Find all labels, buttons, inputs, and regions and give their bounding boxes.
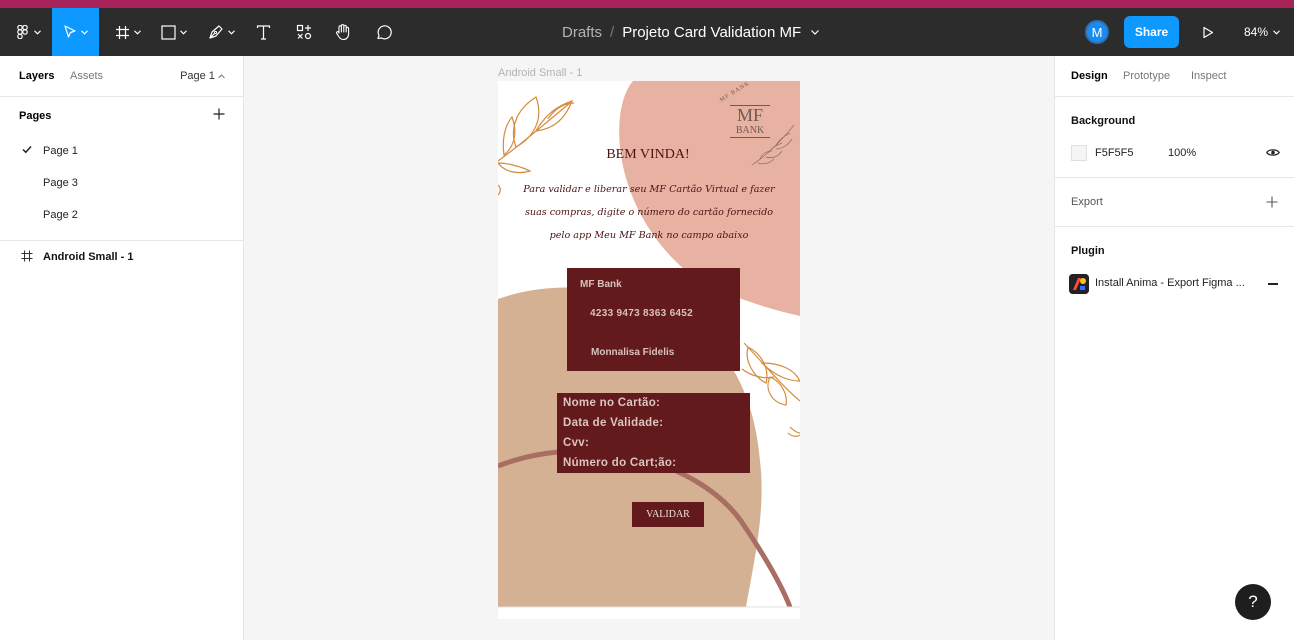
- card-bank-name: MF Bank: [580, 279, 622, 290]
- anima-logo-icon: [1069, 274, 1089, 294]
- form-field-card-number[interactable]: Número do Cart;ão:: [563, 457, 676, 469]
- design-frame[interactable]: MF BANK MF BANK BEM VINDA! Para validar …: [498, 81, 800, 619]
- chevron-down-icon: [227, 29, 235, 35]
- validate-button[interactable]: VALIDAR: [632, 502, 704, 527]
- pages-header: Pages: [0, 97, 243, 135]
- logo-mark: MF: [730, 105, 770, 124]
- background-color-swatch[interactable]: [1071, 145, 1087, 161]
- frame-tool-button[interactable]: [108, 8, 148, 56]
- chevron-down-icon: [33, 29, 41, 35]
- logo-subtext: BANK: [730, 125, 770, 138]
- tab-layers[interactable]: Layers: [19, 70, 54, 82]
- page-item-page-1[interactable]: Page 1: [0, 135, 243, 167]
- breadcrumb-separator: /: [610, 23, 615, 41]
- plugin-section: Plugin Install Anima - Export Figma ...: [1055, 227, 1294, 307]
- help-button[interactable]: ?: [1235, 584, 1271, 620]
- plugin-title: Plugin: [1071, 245, 1105, 257]
- background-title: Background: [1071, 115, 1136, 127]
- right-panel-tabs: Design Prototype Inspect: [1055, 56, 1294, 97]
- intro-line-1: Para validar e liberar seu MF Cartão Vir…: [523, 184, 775, 195]
- cursor-icon: [64, 25, 76, 38]
- main-menu-button[interactable]: [8, 8, 48, 56]
- frame-icon: [21, 250, 33, 262]
- background-hex-value[interactable]: F5F5F5: [1095, 147, 1134, 159]
- zoom-control[interactable]: 84%: [1244, 8, 1280, 56]
- pen-tool-button[interactable]: [200, 8, 242, 56]
- text-icon: [256, 24, 270, 40]
- rectangle-icon: [161, 24, 176, 40]
- card-number: 4233 9473 8363 6452: [590, 308, 694, 319]
- welcome-heading: BEM VINDA!: [606, 147, 690, 162]
- card-holder: Monnalisa Fidelis: [591, 347, 675, 358]
- hand-tool-button[interactable]: [328, 8, 358, 56]
- resources-button[interactable]: [288, 8, 320, 56]
- leaf-branch-top-left: [498, 96, 575, 174]
- canvas[interactable]: Android Small - 1 MF BANK MF BANK BEM VI…: [244, 56, 1054, 640]
- page-item-label: Page 1: [43, 145, 78, 157]
- tab-prototype[interactable]: Prototype: [1123, 70, 1170, 82]
- properties-panel: Design Prototype Inspect Background F5F5…: [1054, 56, 1294, 640]
- breadcrumb-drafts[interactable]: Drafts: [562, 24, 602, 41]
- chevron-down-icon: [180, 29, 187, 35]
- shape-tool-button[interactable]: [154, 8, 194, 56]
- chevron-down-icon: [1273, 29, 1280, 35]
- pages-title: Pages: [19, 110, 52, 122]
- layer-label: Android Small - 1: [43, 251, 134, 263]
- pen-icon: [208, 25, 223, 39]
- page-item-label: Page 3: [43, 177, 78, 189]
- intro-line-3: pelo app Meu MF Bank no campo abaixo: [549, 230, 749, 241]
- file-menu-chevron-icon[interactable]: [811, 29, 820, 35]
- export-section: Export: [1055, 178, 1294, 227]
- zoom-level: 84%: [1244, 25, 1269, 39]
- share-button[interactable]: Share: [1124, 16, 1179, 48]
- eye-icon[interactable]: [1266, 148, 1280, 157]
- export-title: Export: [1071, 196, 1103, 208]
- frame-label[interactable]: Android Small - 1: [498, 67, 582, 79]
- bank-card: MF Bank 4233 9473 8363 6452 Monnalisa Fi…: [567, 268, 740, 371]
- page-selector[interactable]: Page 1: [180, 70, 225, 82]
- frame-bottom-strip: [498, 607, 800, 619]
- comment-icon: [376, 24, 392, 39]
- chevron-up-icon: [218, 74, 225, 79]
- comment-tool-button[interactable]: [368, 8, 398, 56]
- chevron-down-icon: [81, 29, 88, 35]
- avatar[interactable]: M: [1085, 20, 1109, 44]
- layer-row-android-small-1[interactable]: Android Small - 1: [0, 241, 243, 273]
- play-icon: [1203, 26, 1214, 38]
- plugin-name[interactable]: Install Anima - Export Figma ...: [1095, 277, 1245, 289]
- form-field-cvv[interactable]: Cvv:: [563, 437, 589, 449]
- text-tool-button[interactable]: [248, 8, 278, 56]
- add-export-plus-icon[interactable]: [1266, 196, 1278, 208]
- move-tool-button[interactable]: [52, 8, 99, 56]
- components-icon: [296, 24, 312, 40]
- checkmark-icon: [22, 145, 32, 154]
- current-page-label: Page 1: [180, 70, 215, 82]
- frame-hash-icon: [116, 25, 129, 39]
- intro-line-2: suas compras, digite o número do cartão …: [524, 207, 774, 218]
- left-panel-tabs: Layers Assets Page 1: [0, 56, 243, 97]
- background-section: Background F5F5F5 100%: [1055, 97, 1294, 178]
- add-page-plus-icon[interactable]: [213, 108, 225, 120]
- breadcrumb: Drafts / Projeto Card Validation MF: [562, 8, 820, 56]
- toolbar: Drafts / Projeto Card Validation MF M Sh…: [0, 8, 1294, 56]
- anima-plugin-icon: [1069, 274, 1089, 294]
- tab-inspect[interactable]: Inspect: [1191, 70, 1226, 82]
- chevron-down-icon: [134, 29, 141, 35]
- figma-logo-icon: [16, 25, 28, 39]
- remove-plugin-minus-icon[interactable]: [1268, 283, 1278, 285]
- hand-icon: [336, 24, 350, 41]
- card-form-box: Nome no Cartão: Data de Validade: Cvv: N…: [557, 393, 750, 473]
- page-item-page-3[interactable]: Page 3: [0, 167, 243, 199]
- page-item-page-2[interactable]: Page 2: [0, 199, 243, 231]
- tab-assets[interactable]: Assets: [70, 70, 103, 82]
- tab-design[interactable]: Design: [1071, 70, 1108, 82]
- top-accent-stripe: [0, 0, 1294, 8]
- layers-panel: Layers Assets Page 1 Pages Page 1 Page 3…: [0, 56, 244, 640]
- form-field-card-name[interactable]: Nome no Cartão:: [563, 397, 660, 409]
- page-item-label: Page 2: [43, 209, 78, 221]
- form-field-expiry[interactable]: Data de Validade:: [563, 417, 663, 429]
- file-name[interactable]: Projeto Card Validation MF: [622, 24, 801, 41]
- background-opacity-value[interactable]: 100%: [1168, 147, 1196, 159]
- present-button[interactable]: [1196, 8, 1220, 56]
